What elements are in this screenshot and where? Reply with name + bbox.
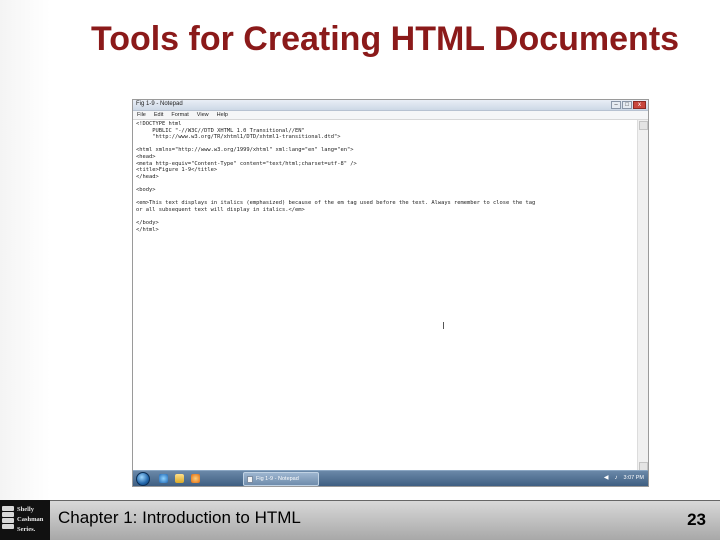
menu-help[interactable]: Help — [217, 111, 228, 119]
code-line: <!DOCTYPE html — [136, 121, 182, 127]
notepad-titlebar: Fig 1-9 - Notepad – □ x — [133, 100, 648, 111]
code-line: <head> — [136, 153, 156, 160]
logo-text: Shelly Cashman Series. — [17, 505, 49, 535]
logo-line-1: Shelly — [17, 506, 34, 513]
menu-view[interactable]: View — [197, 111, 209, 119]
code-line: or all subsequent text will display in i… — [136, 206, 305, 213]
text-cursor — [443, 322, 444, 329]
code-line: <body> — [136, 186, 156, 193]
page-number: 23 — [687, 510, 706, 529]
taskbar-task-label: Fig 1-9 - Notepad — [256, 476, 299, 482]
start-button[interactable] — [136, 472, 150, 486]
taskbar-notepad-task[interactable]: Fig 1-9 - Notepad — [243, 472, 319, 486]
menu-format[interactable]: Format — [171, 111, 188, 119]
code-line: <meta http-equiv="Content-Type" content=… — [136, 160, 357, 167]
menu-edit[interactable]: Edit — [154, 111, 163, 119]
minimize-button[interactable]: – — [611, 101, 621, 109]
code-line: PUBLIC "-//W3C//DTD XHTML 1.0 Transition… — [136, 127, 305, 134]
internet-explorer-icon[interactable] — [159, 474, 168, 483]
code-line: </html> — [136, 226, 159, 233]
shelly-cashman-logo: Shelly Cashman Series. — [0, 500, 50, 540]
notepad-screenshot: Fig 1-9 - Notepad – □ x File Edit Format… — [132, 99, 649, 487]
notepad-icon — [247, 476, 253, 483]
close-button[interactable]: x — [633, 101, 646, 109]
code-line: <em>This text displays in italics (empha… — [136, 200, 536, 207]
notepad-window-title: Fig 1-9 - Notepad — [136, 101, 183, 107]
html-source-code: <!DOCTYPE html PUBLIC "-//W3C//DTD XHTML… — [136, 121, 535, 233]
notepad-menubar: File Edit Format View Help — [133, 111, 648, 120]
logo-line-2: Cashman — [17, 516, 44, 523]
code-line: </body> — [136, 219, 159, 226]
books-logo-icon — [2, 506, 14, 534]
chapter-footer: Chapter 1: Introduction to HTML — [58, 508, 301, 527]
code-line: </head> — [136, 173, 159, 180]
logo-line-3: Series. — [17, 526, 36, 533]
scroll-up-button[interactable] — [639, 121, 648, 130]
windows-taskbar: Fig 1-9 - Notepad ◀ ♪ 3:07 PM — [133, 470, 648, 486]
vertical-scrollbar[interactable] — [637, 120, 648, 472]
menu-file[interactable]: File — [137, 111, 146, 119]
code-line: <title>Figure 1-9</title> — [136, 167, 218, 174]
folder-icon[interactable] — [175, 474, 184, 483]
volume-icon[interactable]: ♪ — [615, 474, 618, 482]
left-decorative-strip — [0, 0, 50, 500]
slide-title: Tools for Creating HTML Documents — [90, 20, 680, 58]
system-tray: ◀ ♪ 3:07 PM — [604, 474, 644, 482]
code-line: <html xmlns="http://www.w3.org/1999/xhtm… — [136, 147, 354, 154]
show-hidden-icons-icon[interactable]: ◀ — [604, 474, 609, 482]
maximize-button[interactable]: □ — [622, 101, 632, 109]
clock[interactable]: 3:07 PM — [624, 474, 644, 482]
media-player-icon[interactable] — [191, 474, 200, 483]
window-controls: – □ x — [611, 101, 646, 109]
code-line: "http://www.w3.org/TR/xhtml1/DTD/xhtml1-… — [136, 134, 341, 141]
